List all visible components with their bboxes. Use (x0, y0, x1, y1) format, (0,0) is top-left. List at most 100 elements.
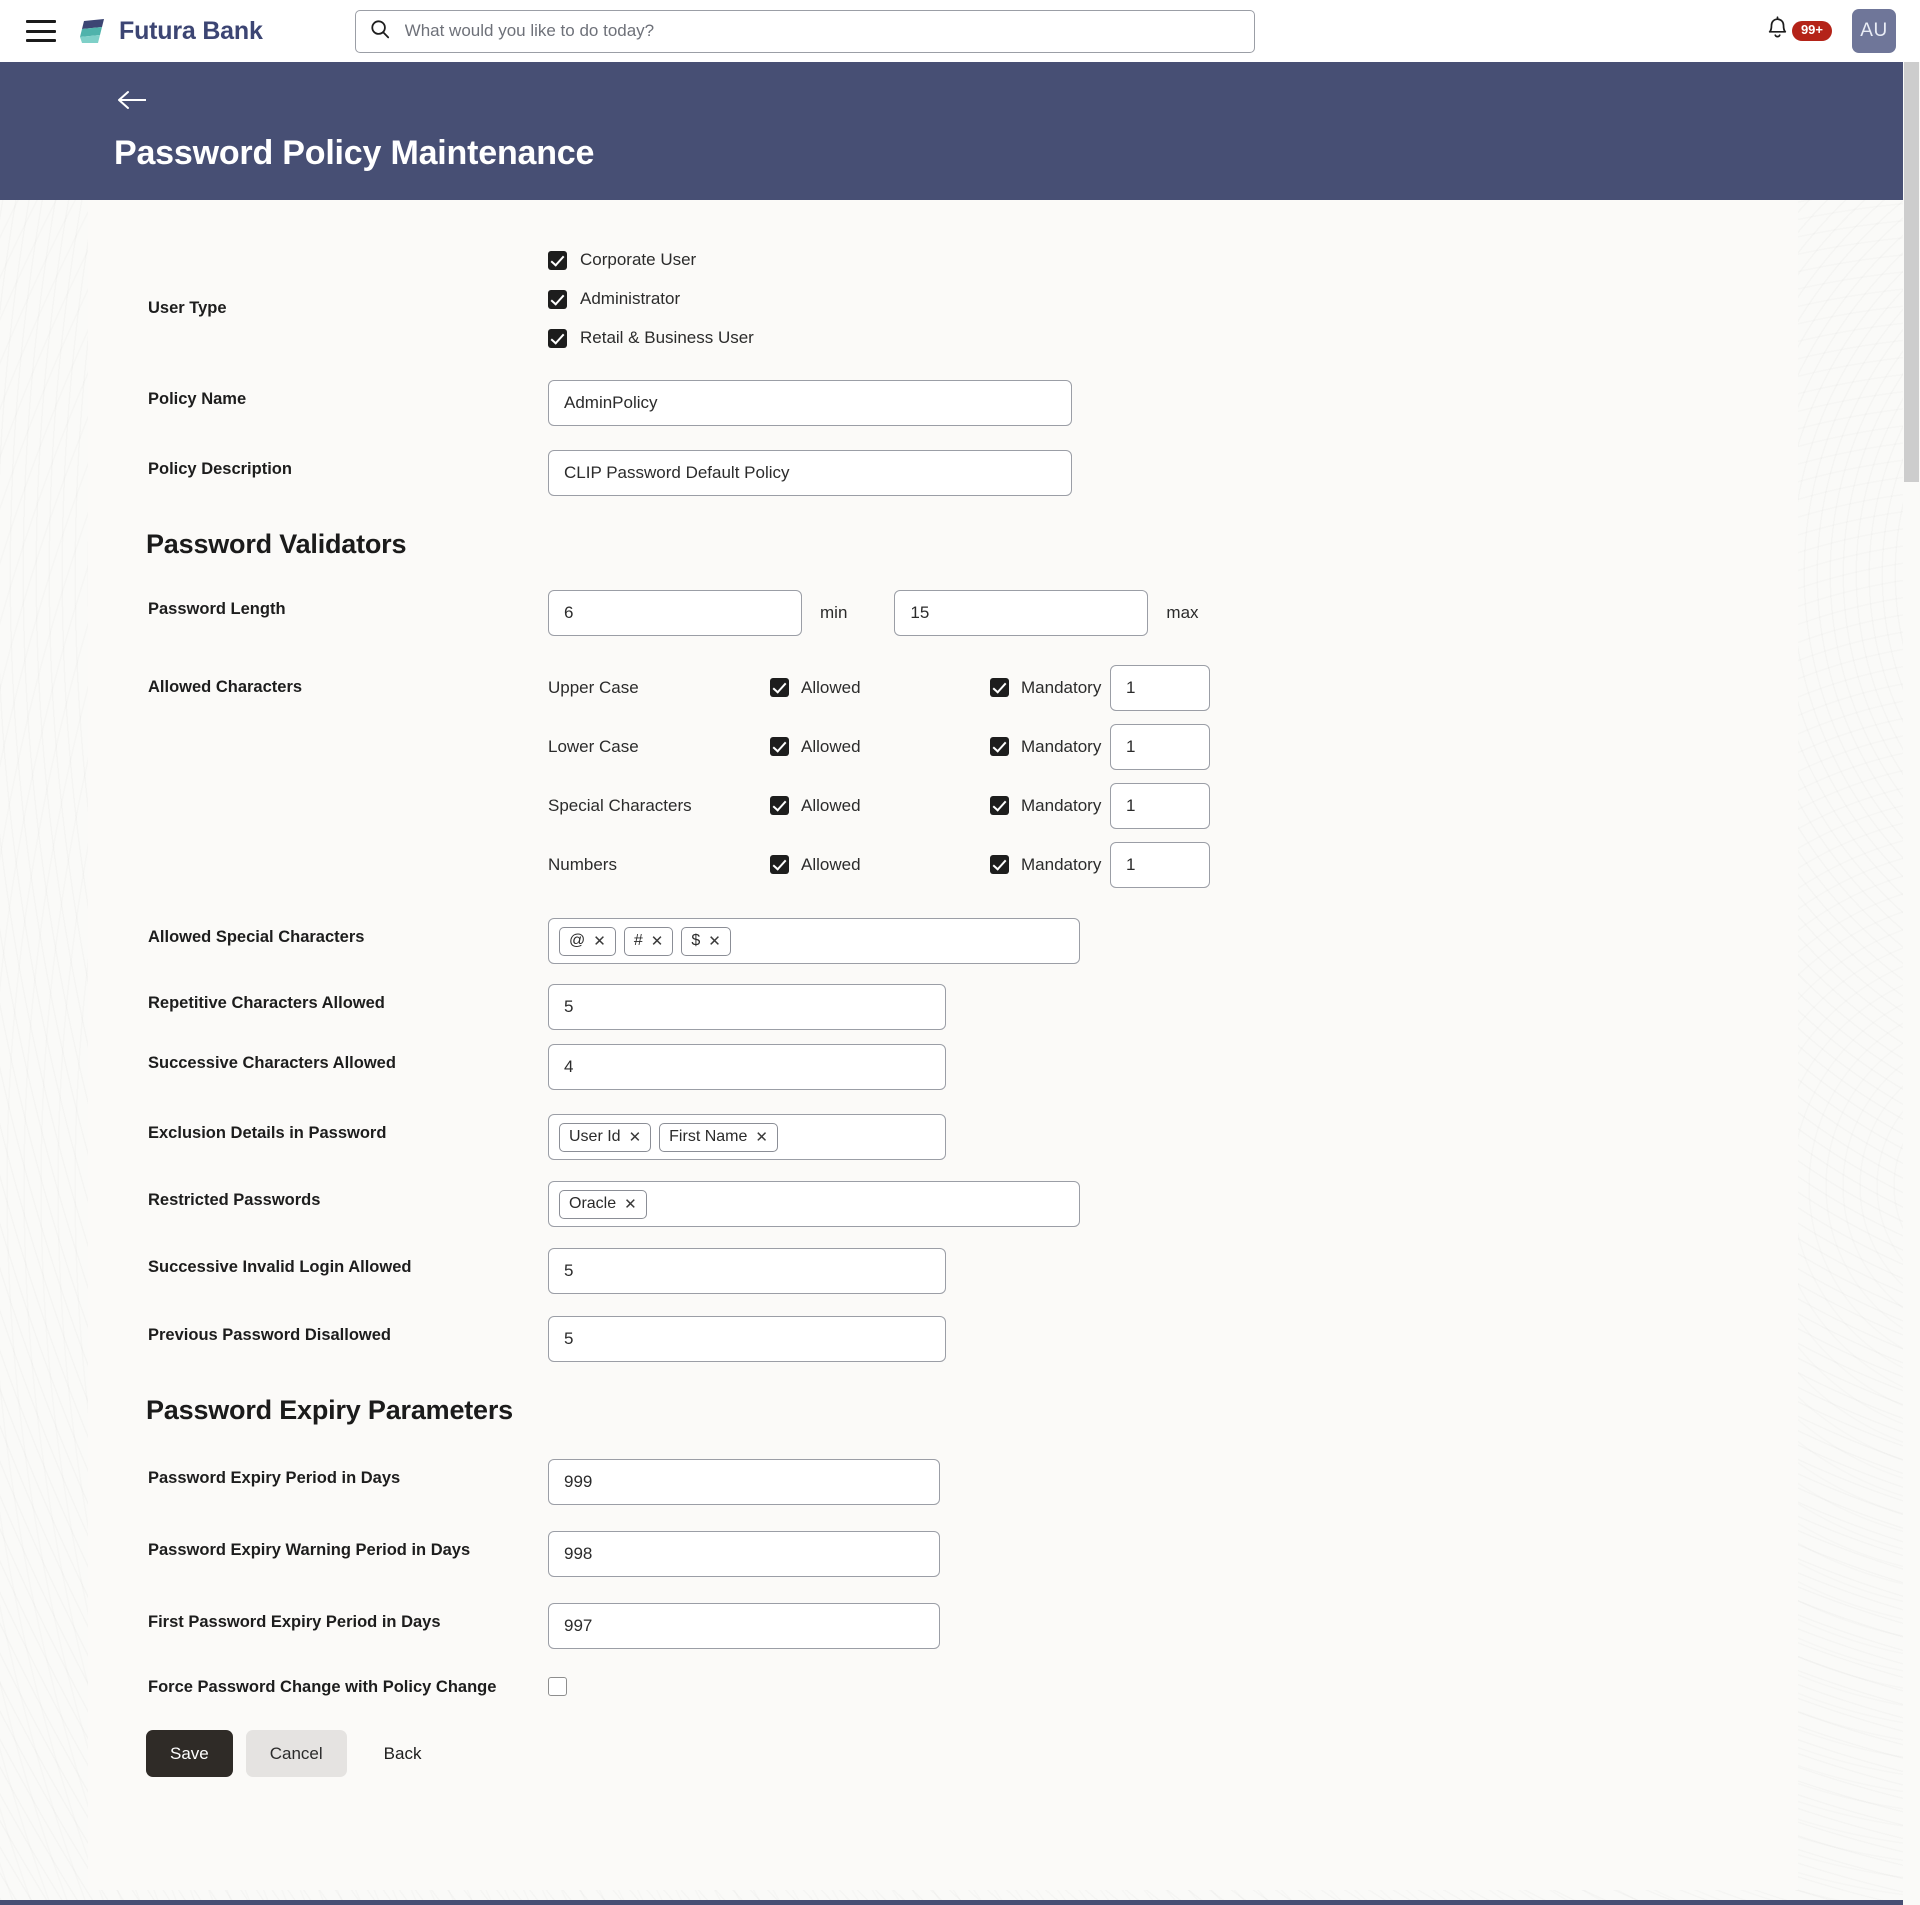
page-scrollbar-thumb[interactable] (1904, 62, 1919, 482)
password-length-min-input[interactable] (548, 590, 802, 636)
expiry-warning-period-control (548, 1531, 940, 1577)
upper-case-count-input[interactable] (1110, 664, 1210, 711)
allowed-characters-row-upper-case: Upper Case Allowed Mandatory (548, 658, 1210, 717)
policy-name-input[interactable] (548, 380, 1072, 426)
successive-characters-control (548, 1044, 946, 1090)
special-characters-count-input[interactable] (1110, 782, 1210, 829)
chip-remove-icon[interactable]: ✕ (755, 1128, 768, 1146)
successive-characters-input[interactable] (548, 1044, 946, 1090)
allowed-label: Allowed (801, 736, 861, 756)
checkbox-lower-case-mandatory[interactable]: Mandatory (990, 737, 1110, 757)
successive-invalid-login-input[interactable] (548, 1248, 946, 1294)
password-length-min-unit: min (820, 603, 848, 622)
restricted-passwords-control: Oracle ✕ (548, 1181, 1080, 1227)
topbar-actions: 99+ AU (1766, 9, 1896, 53)
force-password-change-control (548, 1677, 567, 1696)
chip-label: First Name (669, 1127, 748, 1145)
chip-remove-icon[interactable]: ✕ (593, 932, 606, 950)
checkbox-retail-business-user[interactable]: Retail & Business User (548, 328, 754, 348)
brand-logo-link[interactable]: Futura Bank (78, 16, 263, 46)
checkbox-corporate-user[interactable]: Corporate User (548, 250, 696, 270)
checkbox-box[interactable] (770, 678, 789, 697)
checkbox-box[interactable] (990, 855, 1009, 874)
checkbox-label: Corporate User (580, 250, 697, 269)
search-input[interactable] (402, 20, 1240, 42)
allowed-characters-row: Allowed Characters Upper Case Allowed Ma… (88, 658, 1798, 894)
chip-special-char[interactable]: $ ✕ (681, 926, 731, 956)
page-hero: Password Policy Maintenance (0, 62, 1920, 285)
expiry-period-control (548, 1459, 940, 1505)
lower-case-count-input[interactable] (1110, 723, 1210, 770)
repetitive-characters-row: Repetitive Characters Allowed (88, 984, 1798, 1030)
checkbox-special-characters-allowed[interactable]: Allowed (770, 796, 990, 816)
cancel-button[interactable]: Cancel (245, 1730, 347, 1778)
hamburger-menu-icon[interactable] (26, 20, 56, 42)
checkbox-numbers-mandatory[interactable]: Mandatory (990, 855, 1110, 875)
checkbox-upper-case-allowed[interactable]: Allowed (770, 678, 990, 698)
numbers-count-input[interactable] (1110, 841, 1210, 888)
first-expiry-period-row: First Password Expiry Period in Days (88, 1603, 1798, 1649)
character-type-name: Lower Case (548, 736, 639, 756)
expiry-warning-period-input[interactable] (548, 1531, 940, 1577)
successive-invalid-login-label: Successive Invalid Login Allowed (148, 1258, 412, 1276)
checkbox-lower-case-allowed[interactable]: Allowed (770, 737, 990, 757)
repetitive-characters-input[interactable] (548, 984, 946, 1030)
allowed-special-characters-control: @ ✕ # ✕ $ ✕ (548, 918, 1080, 964)
checkbox-box[interactable] (770, 855, 789, 874)
checkbox-box[interactable] (990, 737, 1009, 756)
user-avatar[interactable]: AU (1852, 9, 1896, 53)
save-button[interactable]: Save (146, 1730, 233, 1778)
checkbox-force-password-change[interactable] (548, 1677, 567, 1696)
chip-remove-icon[interactable]: ✕ (624, 1195, 637, 1213)
chip-label: # (633, 931, 643, 949)
checkbox-box[interactable] (770, 737, 789, 756)
password-length-control: min max (548, 590, 1199, 636)
previous-password-disallowed-row: Previous Password Disallowed (88, 1316, 1798, 1362)
previous-password-disallowed-label: Previous Password Disallowed (148, 1326, 392, 1344)
user-type-label: User Type (148, 299, 227, 317)
exclusion-details-chipbox[interactable]: User Id ✕ First Name ✕ (548, 1114, 946, 1160)
expiry-period-input[interactable] (548, 1459, 940, 1505)
page-scrollbar-track[interactable] (1903, 62, 1920, 1905)
chip-exclusion[interactable]: User Id ✕ (559, 1122, 652, 1152)
allowed-label: Allowed (801, 854, 861, 874)
expiry-period-row: Password Expiry Period in Days (88, 1459, 1798, 1505)
exclusion-details-row: Exclusion Details in Password User Id ✕ … (88, 1114, 1798, 1160)
password-validators-heading: Password Validators (146, 529, 407, 559)
first-expiry-period-input[interactable] (548, 1603, 940, 1649)
checkbox-box[interactable] (990, 678, 1009, 697)
chip-remove-icon[interactable]: ✕ (708, 932, 721, 950)
mandatory-label: Mandatory (1021, 677, 1102, 697)
checkbox-box[interactable] (548, 328, 567, 348)
previous-password-disallowed-input[interactable] (548, 1316, 946, 1362)
chip-special-char[interactable]: # ✕ (623, 926, 674, 956)
repetitive-characters-label: Repetitive Characters Allowed (148, 994, 385, 1012)
password-length-max-input[interactable] (894, 590, 1149, 636)
global-search-box[interactable] (354, 9, 1255, 53)
chip-special-char[interactable]: @ ✕ (559, 926, 616, 956)
policy-name-control (548, 380, 1072, 426)
mandatory-label: Mandatory (1021, 795, 1102, 815)
back-button[interactable]: Back (360, 1730, 446, 1777)
checkbox-upper-case-mandatory[interactable]: Mandatory (990, 678, 1110, 698)
allowed-special-characters-chipbox[interactable]: @ ✕ # ✕ $ ✕ (548, 918, 1080, 964)
back-arrow-icon[interactable] (116, 88, 150, 118)
checkbox-box[interactable] (770, 796, 789, 815)
chip-restricted-password[interactable]: Oracle ✕ (559, 1189, 647, 1219)
bell-icon (1766, 16, 1789, 46)
checkbox-box[interactable] (990, 796, 1009, 815)
top-navigation-bar: Futura Bank 99+ AU (0, 0, 1920, 62)
checkbox-box[interactable] (548, 289, 567, 309)
restricted-passwords-chipbox[interactable]: Oracle ✕ (548, 1181, 1080, 1227)
chip-remove-icon[interactable]: ✕ (629, 1128, 642, 1146)
brand-name: Futura Bank (119, 16, 263, 45)
notifications-button[interactable]: 99+ (1766, 16, 1836, 46)
checkbox-special-characters-mandatory[interactable]: Mandatory (990, 796, 1110, 816)
allowed-special-characters-label: Allowed Special Characters (148, 928, 365, 946)
policy-description-input[interactable] (548, 450, 1072, 496)
checkbox-box[interactable] (548, 250, 567, 270)
chip-exclusion[interactable]: First Name ✕ (659, 1122, 778, 1152)
chip-remove-icon[interactable]: ✕ (651, 932, 664, 950)
checkbox-administrator[interactable]: Administrator (548, 289, 680, 309)
checkbox-numbers-allowed[interactable]: Allowed (770, 855, 990, 875)
